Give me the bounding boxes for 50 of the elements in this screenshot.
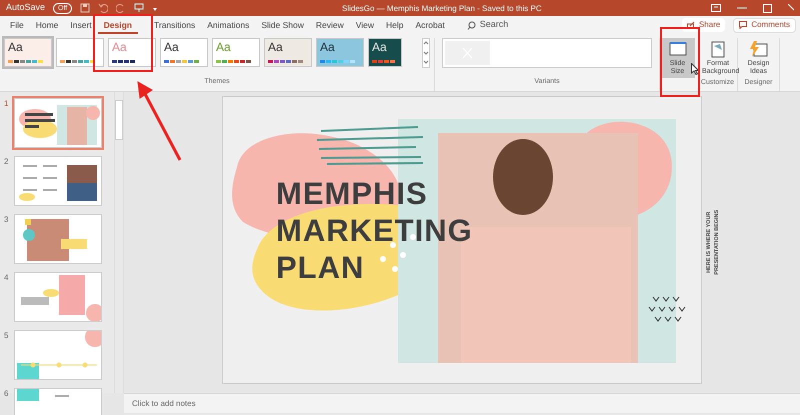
gallery-scroll-icon[interactable]: [422, 38, 430, 68]
window-title: SlidesGo — Memphis Marketing Plan - Saved to this PC: [342, 3, 542, 15]
ribbon-tab[interactable]: Home: [30, 16, 64, 34]
slide-number: 3: [3, 214, 10, 226]
ribbon-tab[interactable]: Animations: [201, 16, 256, 34]
scrollbar[interactable]: [114, 92, 124, 393]
maximize-icon[interactable]: [763, 4, 772, 12]
ribbon-tab[interactable]: Insert: [64, 16, 98, 34]
redo-icon[interactable]: [116, 3, 126, 13]
share-icon: [686, 21, 695, 29]
theme-thumbnail[interactable]: Aa: [368, 38, 402, 67]
ribbon-tab[interactable]: Acrobat: [410, 16, 451, 34]
ribbon-tab[interactable]: Review: [310, 16, 350, 34]
save-icon[interactable]: [80, 3, 90, 13]
ribbon-tab[interactable]: Transitions: [148, 16, 202, 34]
close-icon[interactable]: [788, 4, 794, 12]
theme-thumbnail[interactable]: Aa: [160, 38, 208, 67]
slide-number: 4: [3, 272, 10, 284]
autosave-label: AutoSave: [6, 1, 46, 14]
slide-number: 6: [3, 388, 10, 400]
theme-thumbnail[interactable]: Aa: [4, 38, 52, 67]
ribbon-tab[interactable]: View: [350, 16, 380, 34]
slide-thumbnail[interactable]: [14, 156, 102, 206]
ribbon-tab[interactable]: Design: [98, 16, 138, 34]
slide-thumbnail[interactable]: [14, 98, 102, 148]
slide-thumbnail[interactable]: [14, 330, 102, 380]
undo-icon[interactable]: [98, 3, 108, 13]
theme-thumbnail[interactable]: [56, 38, 104, 67]
search-icon: [466, 20, 476, 30]
comments-button[interactable]: Comments: [733, 18, 796, 32]
presenter-icon[interactable]: [134, 3, 144, 13]
slide-number: 2: [3, 156, 10, 168]
ribbon-display-icon[interactable]: [711, 4, 721, 12]
slide-number: 1: [3, 98, 10, 110]
share-button[interactable]: Share: [682, 18, 726, 32]
comment-icon: [739, 21, 748, 29]
lightning-layout-icon: [748, 40, 768, 59]
mouse-pointer-icon: [691, 63, 699, 75]
highlight-box: [660, 27, 700, 97]
theme-thumbnail[interactable]: Aa: [264, 38, 312, 67]
theme-thumbnail[interactable]: Aa: [316, 38, 364, 67]
search-field[interactable]: Search: [466, 18, 508, 32]
slide-thumbnail[interactable]: [14, 214, 102, 264]
ribbon-tab[interactable]: Slide Show: [255, 16, 310, 34]
slide-thumbnail[interactable]: [14, 272, 102, 322]
slide-number: 5: [3, 330, 10, 342]
highlight-box: [93, 14, 153, 72]
ribbon-tab[interactable]: File: [4, 16, 30, 34]
ribbon-tab[interactable]: Help: [380, 16, 410, 34]
notes-placeholder[interactable]: Click to add notes: [132, 398, 196, 410]
